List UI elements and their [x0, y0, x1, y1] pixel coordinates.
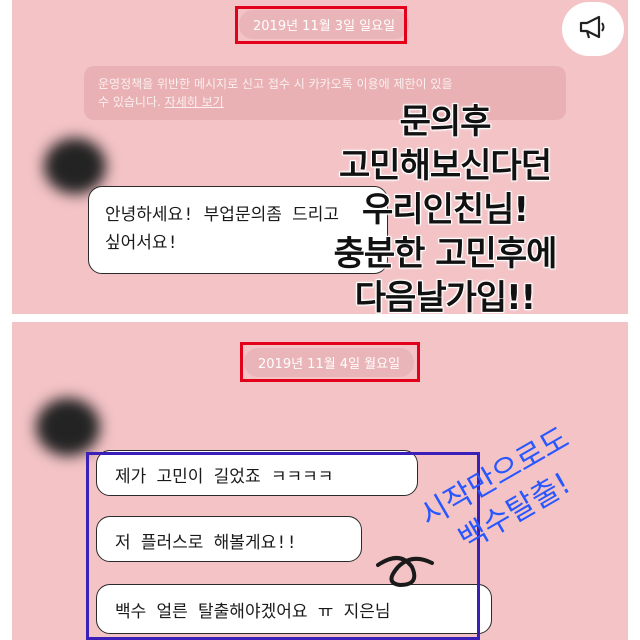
date-highlight-box	[240, 342, 420, 382]
notice-button[interactable]	[562, 2, 624, 56]
caption-line: 우리인친님!	[362, 190, 529, 230]
date-highlight-box	[235, 6, 407, 44]
caption-line: 다음날가입!!	[354, 278, 536, 318]
notice-text-line1: 운영정책을 위반한 메시지로 신고 접수 시 카카오톡 이용에 제한이 있을	[98, 77, 453, 91]
avatar[interactable]	[44, 138, 106, 194]
notice-detail-link[interactable]: 자세히 보기	[165, 95, 224, 109]
notice-text-line2: 수 있습니다.	[98, 95, 161, 109]
caption-line: 고민해보신다던	[339, 146, 552, 186]
caption-line: 문의후	[399, 102, 492, 142]
avatar[interactable]	[36, 398, 100, 456]
megaphone-icon	[578, 14, 608, 44]
caption-line: 충분한 고민후에	[333, 234, 558, 274]
overlay-caption: 문의후 고민해보신다던 우리인친님! 충분한 고민후에 다음날가입!!	[280, 100, 610, 320]
